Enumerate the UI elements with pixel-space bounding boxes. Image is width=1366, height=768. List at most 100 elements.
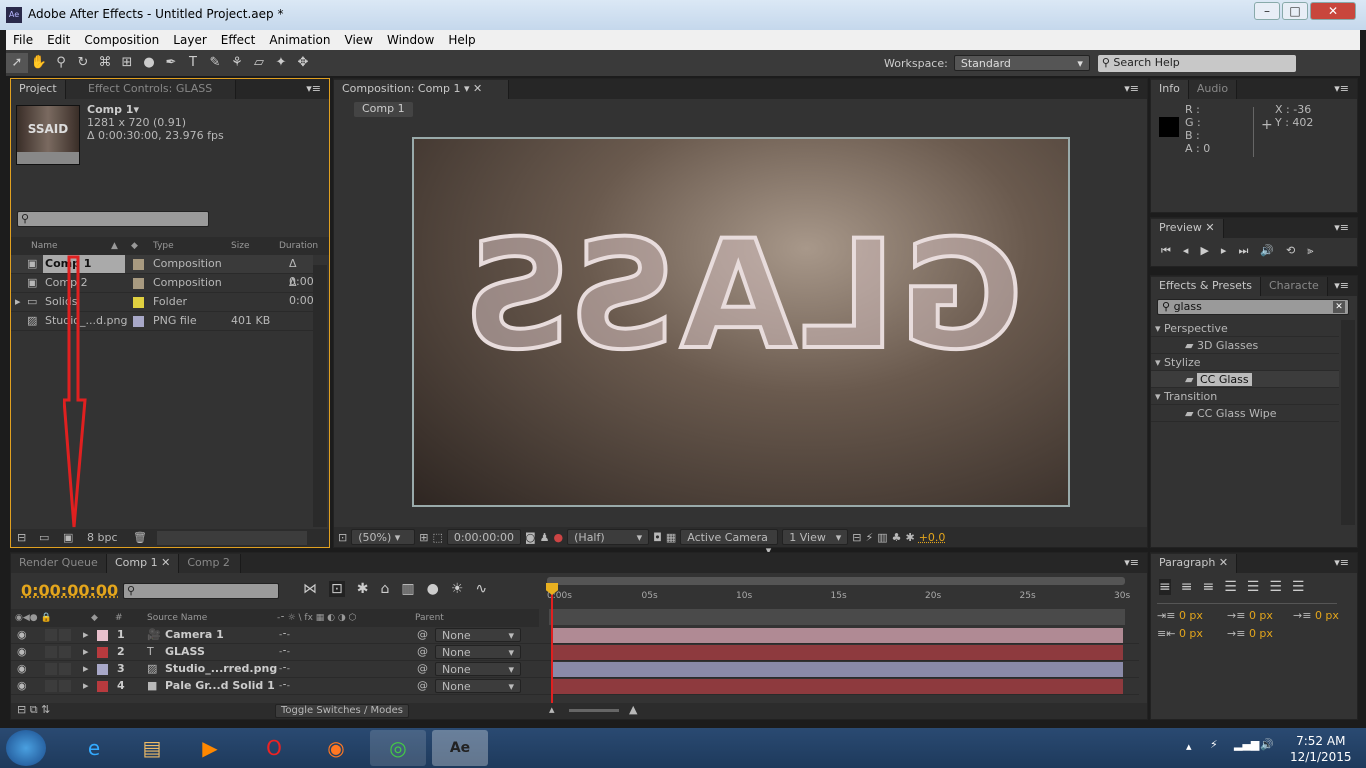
label-color[interactable] <box>97 681 108 692</box>
minimize-button[interactable]: – <box>1254 2 1280 20</box>
shy-switch-icon[interactable]: -⁃- <box>279 627 290 643</box>
comp-viewer[interactable]: GLASS <box>412 137 1070 507</box>
maximize-button[interactable]: □ <box>1282 2 1308 20</box>
explorer-icon[interactable]: ▤ <box>124 730 180 766</box>
zoom-slider[interactable] <box>569 709 619 712</box>
label-color[interactable] <box>97 630 108 641</box>
justify-last-right-icon[interactable]: ☰ <box>1269 579 1282 595</box>
shy-switch-icon[interactable]: -⁃- <box>279 644 290 660</box>
exposure-value[interactable]: +0.0 <box>919 531 946 544</box>
indent-right-field[interactable]: ≡⇤ 0 px <box>1157 627 1203 640</box>
panel-menu-icon[interactable]: ▾≡ <box>1334 556 1349 569</box>
label-color[interactable] <box>97 647 108 658</box>
hand-tool-icon[interactable]: ✋ <box>28 53 50 73</box>
layer-switches-toggle-icon[interactable]: ⊟ ⧉ ⇅ <box>17 703 50 717</box>
label-color[interactable] <box>133 316 144 327</box>
safe-zones-icon[interactable]: ⊞ <box>419 531 428 544</box>
project-scrollbar[interactable] <box>313 265 327 527</box>
fast-previews-icon[interactable]: ⚡ <box>865 531 873 544</box>
tab-paragraph[interactable]: Paragraph ✕ <box>1151 554 1238 573</box>
chrome-icon[interactable]: ◎ <box>370 730 426 766</box>
flowchart-icon[interactable]: ♣ <box>892 531 902 544</box>
brainstorm-icon[interactable]: ☀ <box>451 581 464 597</box>
lock-switch[interactable] <box>59 646 71 658</box>
align-right-icon[interactable]: ≡ <box>1202 579 1214 595</box>
parent-dropdown[interactable]: None ▾ <box>435 628 521 642</box>
label-color[interactable] <box>133 259 144 270</box>
menu-help[interactable]: Help <box>441 30 482 50</box>
firefox-icon[interactable]: ◉ <box>308 730 364 766</box>
ram-preview-icon[interactable]: ⫸ <box>1307 244 1313 258</box>
brush-tool-icon[interactable]: ✎ <box>204 53 226 73</box>
tab-audio[interactable]: Audio <box>1188 80 1238 99</box>
layer-duration-bar[interactable] <box>551 645 1123 660</box>
toggle-switches-modes-button[interactable]: Toggle Switches / Modes <box>275 704 409 718</box>
layer-duration-bar[interactable] <box>551 628 1123 643</box>
clear-search-icon[interactable]: ✕ <box>1333 301 1345 313</box>
layer-duration-bar[interactable] <box>551 662 1123 677</box>
loop-icon[interactable]: ⟲ <box>1286 244 1295 258</box>
draft-3d-icon[interactable]: ✱ <box>357 581 369 597</box>
panel-menu-icon[interactable]: ▾≡ <box>1334 279 1349 292</box>
project-item-solids[interactable]: ▸ ▭ Solids Folder <box>11 293 313 312</box>
frame-blending-icon[interactable]: ▥ <box>401 581 414 597</box>
tab-preview[interactable]: Preview ✕ <box>1151 219 1224 238</box>
col-source-name[interactable]: Source Name <box>147 609 207 627</box>
view-layout-dropdown[interactable]: 1 View ▾ <box>782 529 849 545</box>
current-time-display[interactable]: 0:00:00:00 <box>21 581 118 600</box>
workspace-dropdown[interactable]: Standard ▾ <box>953 55 1090 71</box>
power-icon[interactable]: ⚡ <box>1210 738 1218 751</box>
play-icon[interactable]: ▶ <box>1200 244 1208 258</box>
graph-editor-icon[interactable]: ∿ <box>475 581 487 597</box>
show-snapshot-icon[interactable]: ♟ <box>540 531 550 544</box>
project-item-png[interactable]: ▨ Studio_...d.png PNG file 401 KB <box>11 312 313 331</box>
trash-icon[interactable]: 🗑 <box>133 529 147 547</box>
expand-arrow-icon[interactable]: ▸ <box>83 661 89 677</box>
after-effects-icon[interactable]: Ae <box>432 730 488 766</box>
comp-name[interactable]: Comp 1▾ <box>87 103 139 116</box>
search-help-input[interactable]: ⚲ Search Help <box>1097 54 1296 72</box>
opera-icon[interactable]: O <box>246 730 302 766</box>
menu-window[interactable]: Window <box>380 30 441 50</box>
mask-visibility-icon[interactable]: ⬚ <box>432 531 442 544</box>
tab-character[interactable]: Characte <box>1261 277 1328 296</box>
time-navigator[interactable] <box>549 609 1125 625</box>
current-time-indicator[interactable] <box>546 583 558 705</box>
solo-switch[interactable] <box>45 646 57 658</box>
channel-icon[interactable]: ● <box>554 531 564 544</box>
clone-stamp-tool-icon[interactable]: ⚘ <box>226 53 248 73</box>
previous-frame-icon[interactable]: ◂ <box>1183 244 1189 258</box>
eraser-tool-icon[interactable]: ▱ <box>248 53 270 73</box>
menu-file[interactable]: File <box>6 30 40 50</box>
space-after-field[interactable]: →≡ 0 px <box>1227 627 1273 640</box>
pan-behind-tool-icon[interactable]: ⊞ <box>116 53 138 73</box>
menu-animation[interactable]: Animation <box>262 30 337 50</box>
layer-row[interactable]: ◉ ▸ 4 ■ Pale Gr...d Solid 1 -⁃- @ None ▾ <box>11 678 1139 695</box>
show-hidden-icons[interactable]: ▴ <box>1186 740 1192 753</box>
lock-switch[interactable] <box>59 663 71 675</box>
bit-depth-button[interactable]: 8 bpc <box>87 529 118 547</box>
zoom-tool-icon[interactable]: ⚲ <box>50 53 72 73</box>
align-center-icon[interactable]: ≡ <box>1181 579 1193 595</box>
lock-switch[interactable] <box>59 629 71 641</box>
space-before-field[interactable]: →≡ 0 px <box>1293 609 1339 622</box>
effects-scrollbar[interactable] <box>1341 320 1355 525</box>
solo-switch[interactable] <box>45 629 57 641</box>
col-type[interactable]: Type <box>153 237 174 255</box>
visibility-eye-icon[interactable]: ◉ <box>17 644 27 660</box>
type-tool-icon[interactable]: T <box>182 53 204 73</box>
tab-project[interactable]: Project <box>11 80 66 99</box>
new-folder-icon[interactable]: ▭ <box>39 529 49 547</box>
col-name[interactable]: Name <box>31 237 58 255</box>
visibility-eye-icon[interactable]: ◉ <box>17 661 27 677</box>
shy-switch-icon[interactable]: -⁃- <box>279 661 290 677</box>
time-ruler[interactable]: 0:00s 05s 10s 15s 20s 25s 30s <box>547 575 1130 627</box>
panel-menu-icon[interactable]: ▾≡ <box>1334 221 1349 234</box>
pick-whip-icon[interactable]: @ <box>417 678 428 694</box>
interpret-footage-icon[interactable]: ⊟ <box>17 529 26 547</box>
shy-switch-icon[interactable]: -⁃- <box>279 678 290 694</box>
layer-duration-bar[interactable] <box>551 679 1123 694</box>
menu-view[interactable]: View <box>338 30 380 50</box>
audio-icon[interactable]: 🔊 <box>1260 244 1274 258</box>
rotate-tool-icon[interactable]: ↻ <box>72 53 94 73</box>
